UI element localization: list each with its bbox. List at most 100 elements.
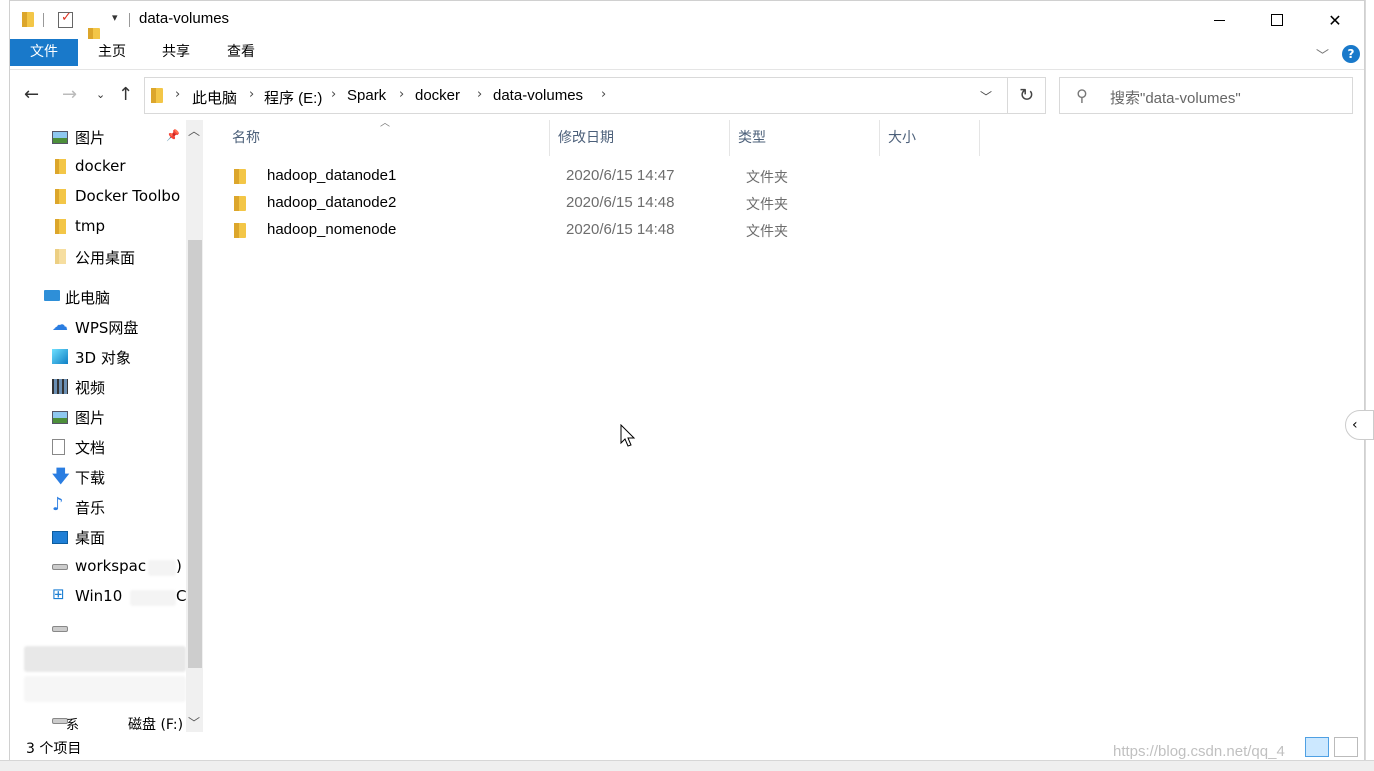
- background-right: [1365, 0, 1374, 771]
- nav-item-label-prefix: 系: [66, 718, 80, 732]
- tab-file[interactable]: 文件: [10, 39, 78, 66]
- drive-icon: [52, 626, 68, 632]
- nav-item-label: Win10: [75, 587, 123, 605]
- item-count: 3 个项目: [26, 741, 82, 757]
- file-date: 2020/6/15 14:47: [566, 167, 675, 184]
- nav-item-label: Docker Toolbo: [75, 187, 181, 205]
- chevron-left-icon[interactable]: ‹: [1345, 410, 1374, 440]
- navigation-pane: 图片 📌 docker Docker Toolbo tmp 公用桌面 此电脑 ☁…: [10, 120, 204, 732]
- navigation-bar: ← → ⌄ ↑ › 此电脑 › 程序 (E:) › Spark › docker…: [10, 71, 1364, 119]
- tab-share[interactable]: 共享: [144, 39, 208, 66]
- chevron-down-icon[interactable]: ﹀: [188, 714, 200, 731]
- help-icon[interactable]: ?: [1342, 45, 1360, 63]
- quick-access-dropdown-icon[interactable]: ▾: [112, 11, 118, 24]
- pin-icon[interactable]: 📌: [166, 129, 180, 142]
- column-header-name[interactable]: 名称: [224, 120, 550, 156]
- chevron-right-icon[interactable]: ›: [331, 87, 336, 102]
- nav-item-videos[interactable]: 视频: [10, 372, 186, 402]
- nav-item-3d-objects[interactable]: 3D 对象: [10, 342, 186, 372]
- breadcrumb-drive-e[interactable]: 程序 (E:): [264, 87, 322, 108]
- nav-item-drive-f[interactable]: 系 磁盘 (F:): [10, 716, 186, 732]
- column-header-date[interactable]: 修改日期: [550, 120, 730, 156]
- nav-item-label-suffix: C: [176, 587, 186, 605]
- nav-item-label: workspac: [75, 557, 147, 575]
- chevron-right-icon[interactable]: ›: [399, 87, 404, 102]
- file-row[interactable]: hadoop_datanode1 2020/6/15 14:47 文件夹: [224, 163, 984, 190]
- mouse-cursor-icon: [620, 424, 636, 447]
- column-header-size[interactable]: 大小: [880, 120, 980, 156]
- nav-item-docker[interactable]: docker: [10, 152, 186, 182]
- file-type: 文件夹: [746, 197, 788, 213]
- scrollbar[interactable]: ︿ ﹀: [186, 120, 203, 732]
- file-type: 文件夹: [746, 170, 788, 186]
- tab-home[interactable]: 主页: [80, 39, 144, 66]
- file-row[interactable]: hadoop_datanode2 2020/6/15 14:48 文件夹: [224, 190, 984, 217]
- nav-item-pictures-quick[interactable]: 图片 📌: [10, 122, 186, 152]
- nav-item-label: 文档: [75, 439, 106, 457]
- pictures-icon: [52, 411, 68, 424]
- nav-item-this-pc[interactable]: 此电脑: [10, 282, 186, 312]
- nav-item-pictures[interactable]: 图片: [10, 402, 186, 432]
- search-input[interactable]: ⚲ 搜索"data-volumes": [1059, 77, 1353, 114]
- chevron-down-icon[interactable]: ﹀: [1316, 45, 1329, 64]
- nav-item-label: 公用桌面: [75, 249, 136, 267]
- file-row[interactable]: hadoop_nomenode 2020/6/15 14:48 文件夹: [224, 217, 984, 244]
- nav-item-drive[interactable]: [10, 614, 186, 644]
- chevron-right-icon[interactable]: ›: [249, 87, 254, 102]
- nav-item-docker-toolbox[interactable]: Docker Toolbo: [10, 182, 186, 212]
- nav-item-downloads[interactable]: 🡇 下载: [10, 462, 186, 492]
- breadcrumb-spark[interactable]: Spark: [347, 87, 386, 104]
- column-header-type[interactable]: 类型: [730, 120, 880, 156]
- nav-item-label: docker: [75, 157, 126, 175]
- maximize-button[interactable]: [1248, 1, 1306, 39]
- large-icons-view-icon[interactable]: [1334, 737, 1358, 757]
- breadcrumb-this-pc[interactable]: 此电脑: [192, 87, 237, 108]
- search-placeholder: 搜索"data-volumes": [1110, 90, 1241, 107]
- nav-item-workspace-drive[interactable]: workspac ): [10, 552, 186, 582]
- music-icon: ♪: [52, 494, 64, 515]
- refresh-icon[interactable]: ↻: [1008, 77, 1046, 114]
- redacted-text: [148, 560, 176, 576]
- window-title: data-volumes: [139, 10, 230, 27]
- background-taskbar: [0, 760, 1374, 771]
- recent-locations-icon[interactable]: ⌄: [96, 88, 105, 101]
- nav-item-label: 音乐: [75, 499, 106, 517]
- breadcrumb-docker[interactable]: docker: [415, 87, 460, 104]
- ribbon: 文件 主页 共享 查看 ﹀ ?: [10, 39, 1364, 70]
- windows-drive-icon: ⊞: [52, 585, 65, 603]
- chevron-right-icon[interactable]: ›: [477, 87, 482, 102]
- nav-item-desktop[interactable]: 桌面: [10, 522, 186, 552]
- file-list: ︿ 名称 修改日期 类型 大小 hadoop_datanode1 2020/6/…: [206, 118, 1364, 732]
- up-arrow-icon[interactable]: ↑: [118, 84, 133, 105]
- forward-arrow-icon[interactable]: →: [62, 84, 77, 105]
- scrollbar-thumb[interactable]: [188, 240, 202, 668]
- file-name: hadoop_datanode2: [267, 194, 397, 211]
- nav-item-win10-drive[interactable]: ⊞ Win10 C: [10, 582, 186, 612]
- chevron-right-icon[interactable]: ›: [175, 87, 180, 102]
- details-view-icon[interactable]: [1305, 737, 1329, 757]
- folder-icon: [151, 87, 165, 103]
- minimize-button[interactable]: [1190, 1, 1248, 39]
- nav-item-public-desktop[interactable]: 公用桌面: [10, 242, 186, 272]
- breadcrumb-data-volumes[interactable]: data-volumes: [493, 87, 583, 104]
- nav-item-tmp[interactable]: tmp: [10, 212, 186, 242]
- chevron-right-icon[interactable]: ›: [601, 87, 606, 102]
- properties-icon[interactable]: [58, 10, 73, 28]
- watermark: https://blog.csdn.net/qq_4: [1113, 743, 1285, 760]
- back-arrow-icon[interactable]: ←: [24, 84, 39, 105]
- close-button[interactable]: ✕: [1306, 1, 1364, 39]
- nav-item-wps-cloud[interactable]: ☁ WPS网盘: [10, 312, 186, 342]
- desktop-icon: [52, 531, 68, 544]
- folder-icon: [234, 222, 248, 238]
- cloud-icon: ☁: [52, 315, 68, 334]
- address-bar[interactable]: › 此电脑 › 程序 (E:) › Spark › docker › data-…: [144, 77, 1008, 114]
- divider: [129, 13, 130, 27]
- nav-item-label: 3D 对象: [75, 349, 131, 367]
- tab-view[interactable]: 查看: [208, 39, 274, 66]
- nav-item-music[interactable]: ♪ 音乐: [10, 492, 186, 522]
- chevron-down-icon[interactable]: ﹀: [980, 88, 992, 105]
- nav-item-documents[interactable]: 文档: [10, 432, 186, 462]
- nav-item-label: tmp: [75, 217, 106, 235]
- chevron-up-icon[interactable]: ︿: [188, 122, 200, 139]
- nav-item-label: 图片: [75, 129, 106, 147]
